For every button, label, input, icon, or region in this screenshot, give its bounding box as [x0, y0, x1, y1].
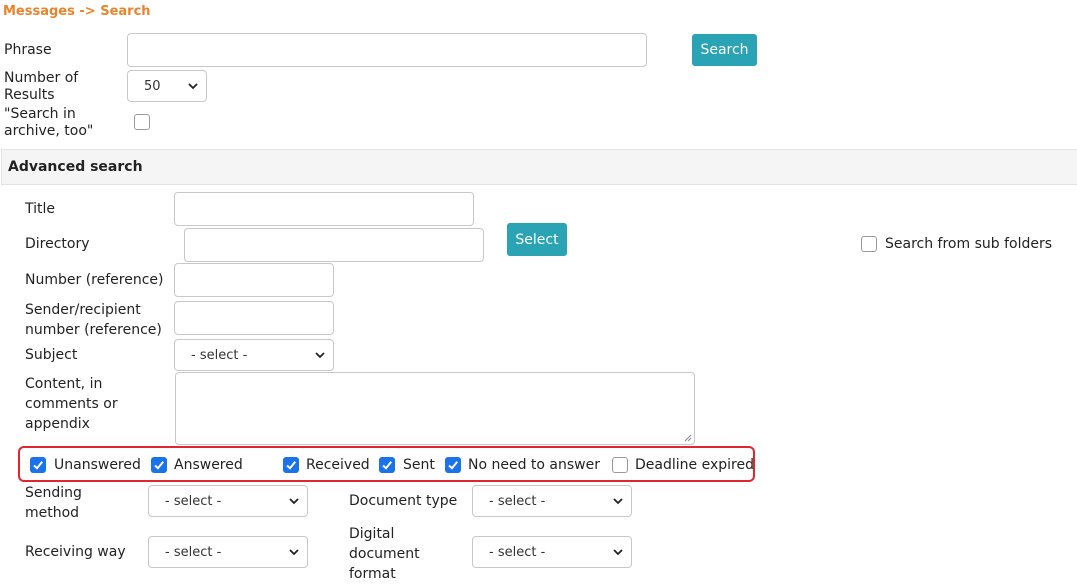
- content-label-line3: appendix: [25, 416, 90, 432]
- results-select[interactable]: 50: [127, 70, 207, 102]
- sending-method-label-line2: method: [25, 505, 80, 521]
- checkmark-icon: [382, 461, 392, 470]
- digital-format-label-line1: Digital: [349, 526, 395, 542]
- digital-format-select-value: - select -: [489, 544, 546, 560]
- subfolders-label: Search from sub folders: [885, 236, 1053, 252]
- advanced-search-header[interactable]: Advanced search: [1, 149, 1077, 185]
- digital-format-label-line2: document: [349, 546, 420, 562]
- subject-select-value: - select -: [191, 347, 248, 363]
- phrase-label: Phrase: [4, 42, 52, 58]
- sending-method-select[interactable]: - select -: [148, 485, 308, 517]
- checkmark-icon: [33, 461, 43, 470]
- archive-checkbox[interactable]: [134, 114, 150, 130]
- number-input[interactable]: [174, 263, 334, 297]
- advanced-search-title: Advanced search: [8, 159, 143, 175]
- results-select-value: 50: [144, 78, 161, 94]
- sending-method-label: Sending method: [25, 483, 82, 523]
- phrase-input[interactable]: [127, 33, 647, 67]
- title-input[interactable]: [174, 192, 474, 226]
- sent-checkbox[interactable]: [379, 457, 395, 473]
- sending-method-label-line1: Sending: [25, 485, 82, 501]
- answered-checkbox[interactable]: [151, 457, 167, 473]
- sender-number-label-line2: number (reference): [25, 322, 162, 338]
- sender-number-label-line1: Sender/recipient: [25, 302, 141, 318]
- receiving-way-select[interactable]: - select -: [148, 536, 308, 568]
- content-textarea[interactable]: [175, 372, 695, 445]
- answered-label: Answered: [174, 457, 243, 473]
- sender-number-label: Sender/recipient number (reference): [25, 300, 162, 340]
- deadline-expired-label: Deadline expired: [635, 457, 754, 473]
- sent-label: Sent: [403, 457, 435, 473]
- receiving-way-label: Receiving way: [25, 544, 126, 560]
- no-need-to-answer-label: No need to answer: [468, 457, 600, 473]
- breadcrumb: Messages -> Search: [3, 4, 151, 19]
- results-label-line2: Results: [4, 87, 55, 103]
- subject-label: Subject: [25, 347, 78, 363]
- document-type-select-value: - select -: [489, 493, 546, 509]
- archive-label-line1: "Search in: [4, 106, 76, 122]
- results-label: Number of Results: [4, 70, 78, 104]
- deadline-expired-checkbox[interactable]: [612, 457, 628, 473]
- number-label: Number (reference): [25, 272, 164, 288]
- received-checkbox[interactable]: [283, 457, 299, 473]
- document-type-label: Document type: [349, 493, 458, 509]
- unanswered-label: Unanswered: [54, 457, 141, 473]
- archive-label-line2: archive, too": [4, 123, 94, 139]
- archive-label: "Search in archive, too": [4, 106, 93, 140]
- title-label: Title: [25, 201, 56, 217]
- content-label: Content, in comments or appendix: [25, 374, 118, 434]
- search-button[interactable]: Search: [692, 34, 757, 66]
- checkmark-icon: [448, 461, 458, 470]
- checkmark-icon: [154, 461, 164, 470]
- digital-format-label-line3: format: [349, 566, 396, 582]
- digital-format-select[interactable]: - select -: [472, 536, 632, 568]
- directory-label: Directory: [25, 236, 90, 252]
- chevron-down-icon: [613, 549, 623, 556]
- received-label: Received: [306, 457, 370, 473]
- content-label-line1: Content, in: [25, 376, 103, 392]
- select-directory-button[interactable]: Select: [507, 223, 567, 256]
- subject-select[interactable]: - select -: [174, 339, 334, 371]
- chevron-down-icon: [613, 498, 623, 505]
- chevron-down-icon: [289, 498, 299, 505]
- results-label-line1: Number of: [4, 70, 79, 86]
- no-need-to-answer-checkbox[interactable]: [445, 457, 461, 473]
- subfolders-checkbox[interactable]: [861, 236, 877, 252]
- checkmark-icon: [286, 461, 296, 470]
- resize-handle-icon[interactable]: [684, 434, 692, 442]
- chevron-down-icon: [188, 83, 198, 90]
- content-label-line2: comments or: [25, 396, 118, 412]
- receiving-way-select-value: - select -: [165, 544, 222, 560]
- directory-input[interactable]: [184, 228, 484, 262]
- chevron-down-icon: [315, 352, 325, 359]
- chevron-down-icon: [289, 549, 299, 556]
- unanswered-checkbox[interactable]: [30, 457, 46, 473]
- document-type-select[interactable]: - select -: [472, 485, 632, 517]
- digital-format-label: Digital document format: [349, 524, 420, 584]
- sending-method-select-value: - select -: [165, 493, 222, 509]
- sender-number-input[interactable]: [174, 301, 334, 335]
